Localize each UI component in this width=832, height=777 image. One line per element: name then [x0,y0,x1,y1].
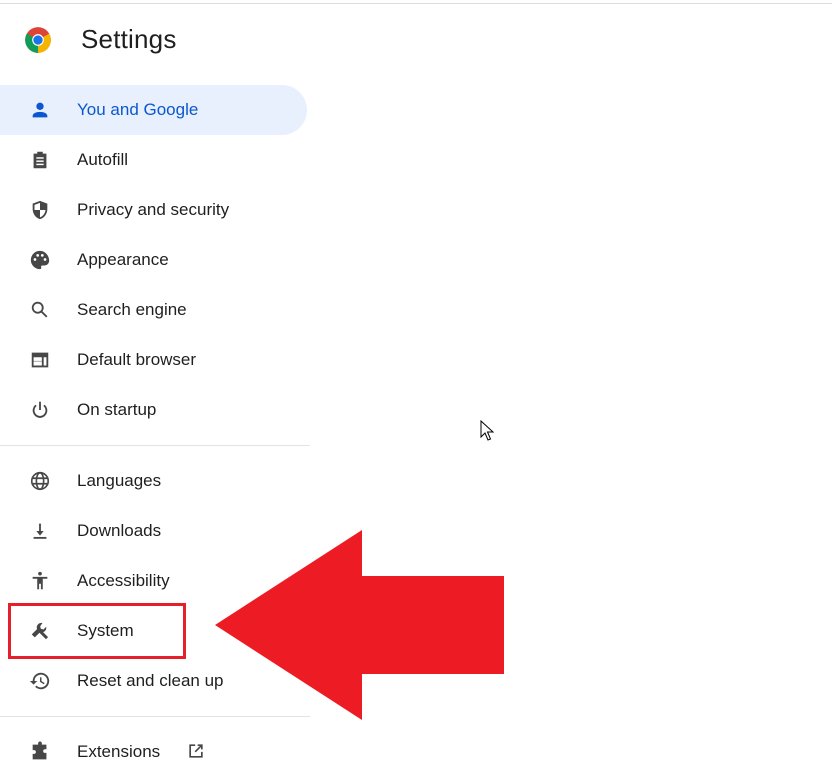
sidebar-item-label: Downloads [77,521,162,540]
page-title: Settings [81,24,177,54]
settings-header: Settings [0,14,320,66]
sidebar-item-label: Languages [77,471,162,490]
top-border [0,3,832,4]
palette-icon [28,248,52,272]
sidebar-item-on-startup[interactable]: On startup [0,385,310,435]
search-icon [28,298,52,322]
external-link-icon [186,741,206,766]
browser-window-icon [28,348,52,372]
annotation-highlight-box [8,603,186,659]
sidebar-item-extensions[interactable]: Extensions [0,727,310,777]
sidebar-item-languages[interactable]: Languages [0,456,310,506]
chrome-logo-icon [25,27,51,53]
sidebar-divider [0,445,310,446]
sidebar-item-label: You and Google [77,100,199,119]
sidebar-item-label: Autofill [77,150,129,169]
power-icon [28,398,52,422]
sidebar-item-search-engine[interactable]: Search engine [0,285,310,335]
sidebar-item-default-browser[interactable]: Default browser [0,335,310,385]
person-icon [28,98,52,122]
sidebar-item-label: Reset and clean up [77,671,224,690]
sidebar-item-label: Appearance [77,250,169,269]
globe-icon [28,469,52,493]
sidebar-item-label: Accessibility [77,571,170,590]
history-reset-icon [28,669,52,693]
puzzle-icon [28,740,52,764]
annotation-arrow-icon [215,530,504,720]
shield-icon [28,198,52,222]
sidebar-item-label: On startup [77,400,157,419]
sidebar-item-privacy-and-security[interactable]: Privacy and security [0,185,310,235]
download-icon [28,519,52,543]
sidebar-item-autofill[interactable]: Autofill [0,135,310,185]
sidebar-item-label: Default browser [77,350,197,369]
mouse-cursor-icon [480,420,494,441]
sidebar-item-label: Extensions [77,742,161,761]
sidebar-item-label: Privacy and security [77,200,230,219]
clipboard-icon [28,148,52,172]
sidebar-item-appearance[interactable]: Appearance [0,235,310,285]
sidebar-item-label: Search engine [77,300,187,319]
accessibility-icon [28,569,52,593]
sidebar-item-you-and-google[interactable]: You and Google [0,85,307,135]
